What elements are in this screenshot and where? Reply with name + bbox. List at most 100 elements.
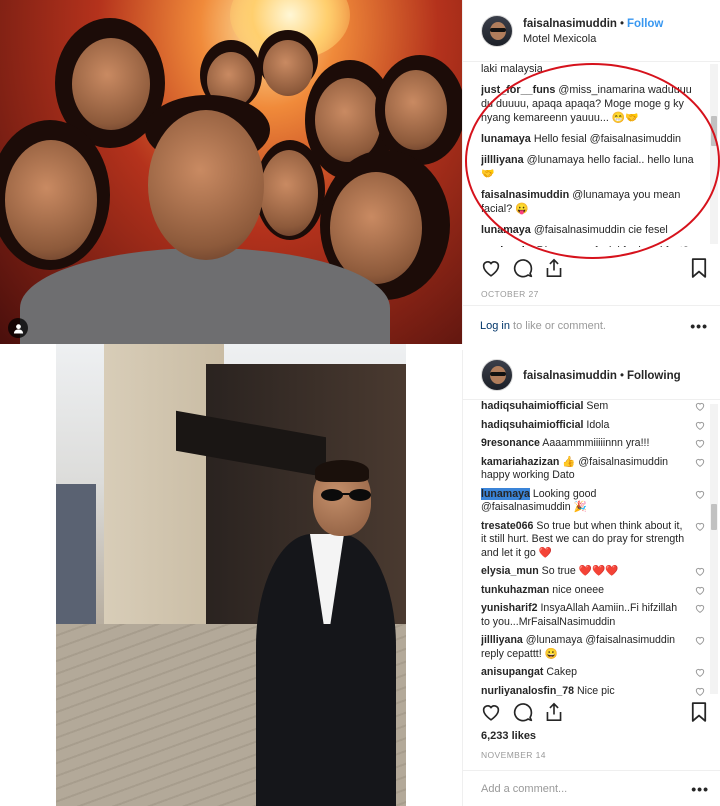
comment-text: So true ❤️❤️❤️ [541, 565, 619, 577]
add-comment-bar: Add a comment... ••• [463, 770, 720, 806]
comment-username[interactable]: jillliyana [481, 154, 524, 166]
comment-icon[interactable] [513, 258, 533, 278]
heart-icon[interactable] [481, 703, 501, 721]
separator-dot: • [619, 17, 624, 30]
comment-username[interactable]: lunamaya [481, 133, 531, 145]
avatar[interactable] [481, 358, 513, 391]
comment-text: Cakep [546, 666, 577, 678]
post1-comment-list[interactable]: laki malaysia just_for__funs @miss_inamar… [481, 62, 709, 247]
separator-dot: • [619, 369, 624, 382]
comment-username[interactable]: hadiqsuhaimiofficial [481, 400, 583, 412]
comment-text: Sem [586, 400, 609, 412]
comment-item: jillliyana @lunamaya @faisalnasimuddin r… [481, 634, 709, 661]
comment-username[interactable]: elysia_mun [481, 565, 539, 577]
comment-text: Aaaammmiiiiinnn yra!!! [542, 437, 650, 449]
comment-item: nurliyanalosfin_78 Nice pic [481, 684, 709, 697]
add-comment-input[interactable]: Add a comment... [481, 783, 567, 795]
user-tag-icon[interactable] [8, 318, 28, 338]
more-icon[interactable]: ••• [691, 781, 709, 797]
comment-username[interactable]: tunkuhazman [481, 584, 549, 596]
comment-heart-icon[interactable] [695, 636, 705, 650]
post1-date: OCTOBER 27 [481, 289, 539, 299]
comment-item: elysia_mun So true ❤️❤️❤️ [481, 565, 709, 579]
comment-item: just_for__funs @miss_inamarina waduuuu d… [481, 83, 709, 125]
heart-icon[interactable] [481, 259, 501, 277]
comment-heart-icon[interactable] [695, 522, 705, 536]
comment-username[interactable]: lunamaya [481, 224, 531, 236]
comment-heart-icon[interactable] [695, 402, 705, 416]
comment-username[interactable]: jillliyana [481, 634, 523, 646]
bookmark-icon[interactable] [691, 702, 707, 722]
post2-photo [56, 344, 406, 806]
post2-comment-list[interactable]: hadiqsuhaimiofficial Sem hadiqsuhaimioffi… [481, 400, 709, 696]
comment-text: nice oneee [552, 583, 605, 596]
comment-item: anisupangat Cakep [481, 666, 709, 680]
comment-text: Nice pic [576, 684, 615, 697]
avatar[interactable] [481, 14, 513, 47]
post2-header: faisalnasimuddin • Following [463, 350, 720, 400]
comment-heart-icon[interactable] [695, 668, 705, 682]
follow-button[interactable]: Follow [627, 18, 663, 30]
comment-text: laki malaysia [481, 63, 543, 75]
login-bar: Log in to like or comment. ••• [462, 305, 720, 345]
post2-scrollbar[interactable] [710, 404, 718, 694]
comment-username[interactable]: 9resonance [481, 437, 540, 449]
comment-username[interactable]: yunisharif2 [481, 602, 538, 614]
share-icon[interactable] [545, 258, 563, 278]
post2-action-bar [481, 702, 707, 722]
comment-item: kamariahazizan 👍 @faisalnasimuddin happy… [481, 456, 709, 483]
post2-username[interactable]: faisalnasimuddin [523, 370, 617, 382]
share-icon[interactable] [545, 702, 563, 722]
comment-username[interactable]: nurliyanalosfin_78 [481, 685, 574, 697]
comment-username[interactable]: anisupangat [481, 666, 543, 678]
comment-username[interactable]: lunamaya [481, 487, 530, 500]
comment-item: faisalnasimuddin @lunamaya you mean faci… [481, 188, 709, 216]
comment-icon[interactable] [513, 702, 533, 722]
post1-action-bar [481, 258, 707, 278]
comment-item: hadiqsuhaimiofficial Sem [481, 400, 709, 414]
likes-count[interactable]: 6,233 likes [481, 730, 536, 742]
more-icon[interactable]: ••• [690, 318, 708, 334]
comment-username[interactable]: just_for__funs [481, 84, 555, 96]
comment-heart-icon[interactable] [695, 439, 705, 453]
comment-heart-icon[interactable] [695, 604, 705, 618]
comment-username[interactable]: paula_ola [481, 245, 531, 247]
comment-item: hadiqsuhaimiofficial Idola [481, 419, 709, 433]
post2-date: NOVEMBER 14 [481, 750, 546, 760]
post2-side-panel: faisalnasimuddin • Following hadiqsuhaimio… [462, 350, 720, 806]
scrollbar-thumb[interactable] [711, 504, 717, 530]
comment-item: yunisharif2 InsyaAllah Aamiin..Fi hifzil… [481, 602, 709, 629]
comment-text: Idola [586, 418, 610, 431]
post1-username[interactable]: faisalnasimuddin [523, 18, 617, 30]
comment-item: tunkuhazman nice oneee [481, 584, 709, 598]
location-link[interactable]: Motel Mexicola [523, 32, 663, 47]
comment-username[interactable]: faisalnasimuddin [481, 189, 569, 201]
comment-item: paula_ola @lunamaya facial for breakfast… [481, 244, 709, 247]
comment-item: laki malaysia [481, 62, 709, 76]
comment-username[interactable]: tresate066 [481, 520, 533, 532]
comment-heart-icon[interactable] [695, 421, 705, 435]
post1-header: faisalnasimuddin • Follow Motel Mexicola [463, 0, 720, 62]
comment-item: lunamaya @faisalnasimuddin cie fesel [481, 223, 709, 237]
comment-username[interactable]: hadiqsuhaimiofficial [481, 419, 583, 431]
comment-item: lunamaya Hello fesial @faisalnasimuddin [481, 132, 709, 146]
comment-heart-icon[interactable] [695, 687, 705, 697]
comment-heart-icon[interactable] [695, 567, 705, 581]
comment-text: Hello fesial @faisalnasimuddin [533, 133, 682, 145]
post1-scrollbar[interactable] [710, 64, 718, 244]
comment-username[interactable]: kamariahazizan [481, 456, 559, 468]
post1-photo [0, 0, 462, 344]
comment-item: 9resonance Aaaammmiiiiinnn yra!!! [481, 437, 709, 451]
login-link[interactable]: Log in [480, 320, 510, 332]
comment-heart-icon[interactable] [695, 586, 705, 600]
comment-item: tresate066 So true but when think about … [481, 520, 709, 561]
bookmark-icon[interactable] [691, 258, 707, 278]
following-button[interactable]: Following [627, 370, 681, 382]
post1-side-panel: faisalnasimuddin • Follow Motel Mexicola l… [462, 0, 720, 344]
comment-item: jillliyana @lunamaya hello facial.. hell… [481, 153, 709, 181]
comment-item: lunamaya Looking good @faisalnasimuddin … [481, 487, 709, 515]
comment-heart-icon[interactable] [695, 458, 705, 472]
comment-heart-icon[interactable] [695, 490, 705, 504]
scrollbar-thumb[interactable] [711, 116, 717, 146]
login-text: to like or comment. [509, 319, 606, 332]
